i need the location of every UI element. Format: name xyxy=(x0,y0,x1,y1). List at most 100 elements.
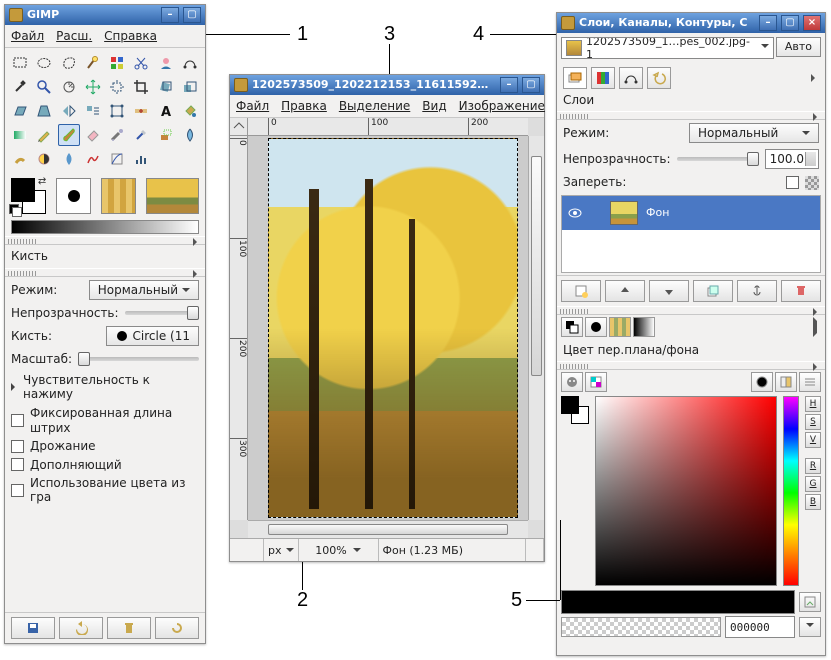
dock-menu-icon[interactable] xyxy=(193,238,201,246)
tool-smudge[interactable] xyxy=(9,148,31,170)
tool-flip[interactable] xyxy=(58,100,80,122)
brush-scale-slider[interactable] xyxy=(78,357,199,361)
picker-mode-gimp[interactable] xyxy=(561,372,583,392)
dock-menu-icon[interactable] xyxy=(193,270,201,278)
duplicate-layer-button[interactable] xyxy=(693,280,733,302)
menu-edit[interactable]: Правка xyxy=(281,99,327,113)
minimize-button[interactable]: – xyxy=(500,77,518,93)
layer-row[interactable]: Фон xyxy=(562,196,820,230)
tool-pencil[interactable] xyxy=(33,124,55,146)
active-pattern-swatch[interactable] xyxy=(101,178,136,214)
active-gradient-bar[interactable] xyxy=(11,220,199,234)
tab-pattern-select[interactable] xyxy=(609,317,631,337)
picker-mode-scales[interactable] xyxy=(799,372,821,392)
layer-opacity-slider[interactable] xyxy=(677,157,759,161)
maximize-button[interactable]: ▢ xyxy=(781,15,799,31)
channel-h[interactable]: H xyxy=(805,396,821,412)
menu-file[interactable]: Файл xyxy=(236,99,269,113)
restore-options-button[interactable] xyxy=(59,617,103,639)
tool-fuzzy-select[interactable] xyxy=(82,52,104,74)
tool-ink[interactable] xyxy=(130,124,152,146)
hex-menu[interactable] xyxy=(799,617,821,637)
channel-s[interactable]: S xyxy=(805,414,821,430)
lower-layer-button[interactable] xyxy=(649,280,689,302)
tool-eraser[interactable] xyxy=(82,124,104,146)
menu-file[interactable]: Файл xyxy=(11,29,44,43)
dock-menu-icon[interactable] xyxy=(813,308,821,316)
active-image-swatch[interactable] xyxy=(146,178,199,214)
brush-mode-combo[interactable]: Нормальный xyxy=(89,280,199,300)
tool-measure[interactable] xyxy=(58,76,80,98)
layer-name[interactable]: Фон xyxy=(640,206,675,219)
new-layer-button[interactable] xyxy=(561,280,601,302)
reset-options-button[interactable] xyxy=(155,617,199,639)
canvas-image[interactable] xyxy=(268,138,518,518)
tool-levels[interactable] xyxy=(130,148,152,170)
tool-blend[interactable] xyxy=(9,124,31,146)
layers-titlebar[interactable]: Слои, Каналы, Контуры, С – ▢ × xyxy=(557,13,825,33)
current-color-swatch[interactable] xyxy=(561,590,795,614)
toolbox-titlebar[interactable]: GIMP – ▢ xyxy=(5,5,205,25)
brush-opacity-slider[interactable] xyxy=(125,311,199,315)
picker-mode-wheel[interactable] xyxy=(751,372,773,392)
picker-sv-plane[interactable] xyxy=(595,396,777,586)
scrollbar-horizontal[interactable] xyxy=(248,520,528,538)
tab-gradient-select[interactable] xyxy=(633,317,655,337)
ruler-horizontal[interactable]: 0 100 200 xyxy=(248,118,528,136)
dockable-handle[interactable] xyxy=(557,306,825,315)
tool-align[interactable] xyxy=(106,76,128,98)
menu-view[interactable]: Вид xyxy=(422,99,446,113)
jitter-check[interactable]: Дрожание xyxy=(5,437,205,455)
unit-combo[interactable]: px xyxy=(264,539,299,561)
tool-free-select[interactable] xyxy=(58,52,80,74)
minimize-button[interactable]: – xyxy=(759,15,777,31)
delete-options-button[interactable] xyxy=(107,617,151,639)
fg-color-swatch[interactable] xyxy=(11,178,35,202)
image-selector-combo[interactable]: 1202573509_1…pes_002.jpg-1 xyxy=(561,37,774,59)
anchor-layer-button[interactable] xyxy=(737,280,777,302)
tool-perspective-clone[interactable] xyxy=(82,100,104,122)
tool-bucket-fill[interactable] xyxy=(179,100,201,122)
tool-color-picker[interactable] xyxy=(9,76,31,98)
ruler-origin[interactable] xyxy=(230,118,248,136)
image-titlebar[interactable]: 1202573509_1202212153_11611592… – ▢ xyxy=(230,75,544,95)
channel-r[interactable]: R xyxy=(805,458,821,474)
picker-mode-cmyk[interactable] xyxy=(585,372,607,392)
tool-shear[interactable] xyxy=(9,100,31,122)
tool-scale[interactable] xyxy=(179,76,201,98)
close-button[interactable]: × xyxy=(803,15,821,31)
tool-airbrush[interactable] xyxy=(106,124,128,146)
add-color-button[interactable] xyxy=(799,592,821,612)
tool-clone[interactable] xyxy=(155,124,177,146)
incremental-check[interactable]: Дополняющий xyxy=(5,456,205,474)
tool-desaturate[interactable] xyxy=(58,148,80,170)
maximize-button[interactable]: ▢ xyxy=(183,7,201,23)
scrollbar-vertical[interactable] xyxy=(528,136,544,520)
dockable-handle[interactable] xyxy=(5,236,205,245)
brush-select-button[interactable]: Circle (11 xyxy=(106,326,199,346)
active-brush-swatch[interactable] xyxy=(56,178,91,214)
use-color-check[interactable]: Использование цвета из гра xyxy=(5,474,205,507)
tool-scissors[interactable] xyxy=(130,52,152,74)
tab-undo[interactable] xyxy=(647,67,671,89)
menu-select[interactable]: Выделение xyxy=(339,99,410,113)
tool-perspective[interactable] xyxy=(33,100,55,122)
delete-layer-button[interactable] xyxy=(781,280,821,302)
canvas-viewport[interactable] xyxy=(248,136,528,520)
dock-menu-icon[interactable] xyxy=(813,113,821,121)
menu-image[interactable]: Изображение xyxy=(459,99,545,113)
lock-alpha-check[interactable] xyxy=(786,176,799,189)
ruler-vertical[interactable]: 0 100 200 300 xyxy=(230,136,248,520)
raise-layer-button[interactable] xyxy=(605,280,645,302)
tool-paintbrush[interactable] xyxy=(58,124,80,146)
minimize-button[interactable]: – xyxy=(161,7,179,23)
dockable-handle[interactable] xyxy=(557,361,825,370)
tab-brush-select[interactable] xyxy=(585,317,607,337)
tool-foreground-select[interactable] xyxy=(155,52,177,74)
fixed-length-check[interactable]: Фиксированная длина штрих xyxy=(5,404,205,437)
tool-crop[interactable] xyxy=(130,76,152,98)
tab-fgbg-editor[interactable] xyxy=(561,317,583,337)
picker-hue-strip[interactable] xyxy=(783,396,799,586)
color-history[interactable] xyxy=(561,617,721,637)
tool-rect-select[interactable] xyxy=(9,52,31,74)
